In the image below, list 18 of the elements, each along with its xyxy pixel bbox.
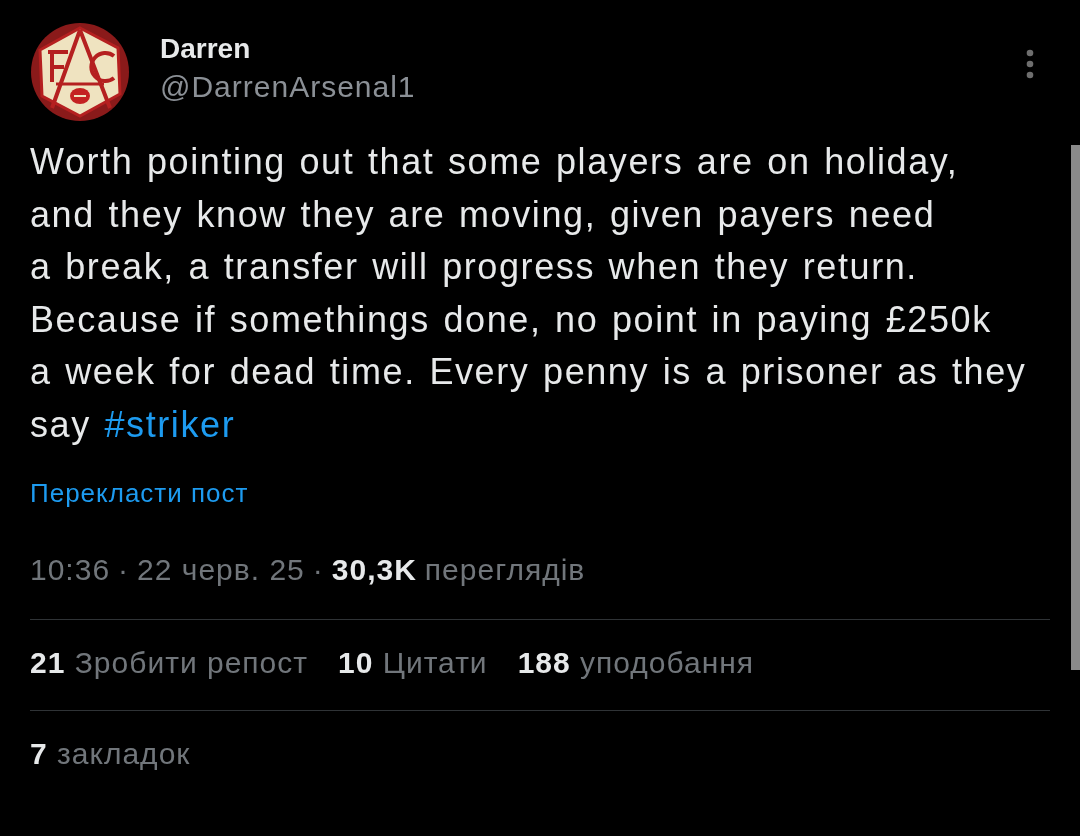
display-name[interactable]: Darren bbox=[160, 32, 251, 66]
stat-link[interactable]: 10 Цитати bbox=[338, 646, 488, 680]
separator-dot: · bbox=[312, 553, 324, 587]
views-label: переглядів bbox=[424, 553, 586, 587]
more-options-icon[interactable] bbox=[1026, 49, 1034, 79]
scrollbar[interactable] bbox=[1071, 145, 1080, 670]
stat-link[interactable]: 21 Зробити репост bbox=[30, 646, 309, 680]
hashtag-link[interactable]: #striker bbox=[104, 403, 236, 445]
stat-link[interactable]: 188 уподобання bbox=[517, 646, 755, 680]
post-date: 22 черв. 25 bbox=[137, 553, 305, 587]
view-count: 30,3K bbox=[331, 553, 417, 587]
user-handle[interactable]: @DarrenArsenal1 bbox=[160, 68, 416, 106]
stat-link[interactable]: 7 закладок bbox=[30, 737, 191, 771]
separator-dot: · bbox=[118, 553, 130, 587]
translate-link[interactable]: Перекласти пост bbox=[30, 477, 249, 509]
post-text: Worth pointing out that some players are on holiday, and they know they are moving, given payers need a break, a transfer will progress when they return. Because if somethings done, no point in paying £250k a week for dead time. Every penny is a prisoner as they say #striker bbox=[30, 140, 1028, 447]
post-time: 10:36 bbox=[30, 553, 111, 587]
avatar[interactable] bbox=[30, 22, 130, 122]
